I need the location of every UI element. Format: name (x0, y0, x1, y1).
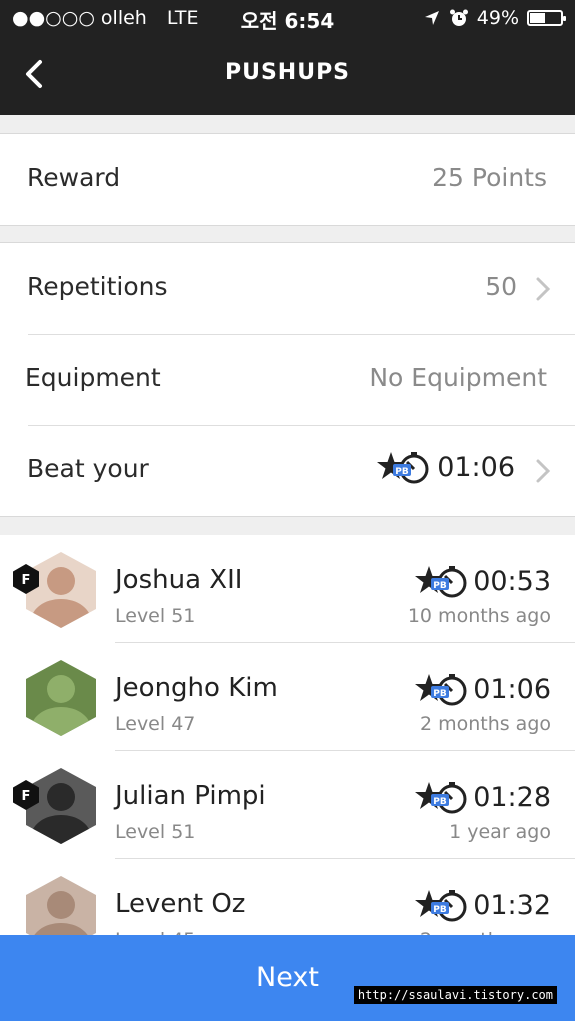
personal-best-time: PB 01:06 (377, 449, 515, 485)
svg-text:F: F (22, 789, 31, 804)
battery-level (530, 13, 545, 23)
equipment-label: Equipment (25, 363, 161, 392)
chevron-right-icon (536, 459, 551, 483)
alarm-clock-icon (449, 9, 468, 26)
user-time: 01:32 (473, 889, 551, 921)
f-badge-icon: F (13, 564, 39, 594)
equipment-value: No Equipment (369, 363, 547, 392)
leaderboard-row[interactable]: F Julian Pimpi Level 51 PB 01:28 1 year a… (0, 751, 575, 859)
user-time-ago: 1 year ago (449, 821, 551, 843)
user-time-ago: 2 months ago (419, 713, 551, 735)
svg-text:F: F (22, 573, 31, 588)
repetitions-label: Repetitions (27, 272, 168, 301)
svg-text:PB: PB (433, 797, 447, 807)
user-time: 01:28 (473, 781, 551, 813)
user-time: 00:53 (473, 565, 551, 597)
svg-text:PB: PB (433, 689, 447, 699)
personal-best-stopwatch-icon: PB (415, 782, 467, 814)
battery-percent: 49% (476, 7, 519, 29)
location-arrow-icon (424, 11, 439, 25)
leaderboard-list: F Joshua XII Level 51 PB 00:53 10 months … (0, 535, 575, 935)
personal-best-stopwatch-icon: PB (415, 566, 467, 598)
user-time-ago: 10 months ago (407, 605, 551, 627)
user-name: Levent Oz (115, 889, 246, 919)
user-time: 01:06 (473, 673, 551, 705)
user-level: Level 51 (115, 605, 196, 627)
user-best-time: PB 01:28 (415, 779, 551, 815)
user-best-time: PB 00:53 (415, 563, 551, 599)
leaderboard-row[interactable]: Levent OzLevel 45 PB 01:32 2 months ago (0, 859, 575, 935)
reward-value: 25 Points (432, 163, 547, 192)
user-avatar (26, 876, 96, 935)
leaderboard-row[interactable]: F Joshua XII Level 51 PB 00:53 10 months … (0, 535, 575, 643)
status-bar: ●●○○○ olleh LTE 오전 6:54 49% (0, 0, 575, 36)
svg-text:PB: PB (395, 467, 409, 477)
battery-icon (527, 10, 566, 26)
equipment-row: Equipment No Equipment (0, 334, 575, 425)
beat-time: 01:06 (437, 451, 515, 483)
page-title: PUSHUPS (224, 60, 351, 85)
navigation-bar: PUSHUPS (0, 36, 575, 115)
status-icons: 49% (423, 7, 566, 29)
user-avatar (26, 660, 96, 736)
user-name: Jeongho Kim (115, 673, 278, 703)
chevron-right-icon (536, 277, 551, 301)
leaderboard-row[interactable]: Jeongho Kim Level 47 PB 01:06 2 months ag… (0, 643, 575, 751)
user-name: Julian Pimpi (115, 781, 266, 811)
user-level: Level 51 (115, 821, 196, 843)
f-badge-icon: F (13, 780, 39, 810)
user-best-time: PB 01:32 (415, 887, 551, 923)
user-best-time: PB 01:06 (415, 671, 551, 707)
personal-best-stopwatch-icon: PB (415, 890, 467, 922)
repetitions-row[interactable]: Repetitions 50 (0, 243, 575, 334)
details-card: Repetitions 50 Equipment No Equipment Be… (0, 242, 575, 517)
repetitions-value: 50 (485, 272, 517, 301)
svg-text:PB: PB (433, 581, 447, 591)
reward-card: Reward 25 Points (0, 133, 575, 226)
personal-best-stopwatch-icon: PB (415, 674, 467, 706)
reward-label: Reward (27, 163, 121, 192)
reward-row: Reward 25 Points (0, 134, 575, 225)
svg-text:PB: PB (433, 905, 447, 915)
next-button[interactable]: Next (0, 935, 575, 1021)
beat-your-row[interactable]: Beat your PB 01:06 (0, 425, 575, 516)
beat-your-label: Beat your (27, 454, 149, 483)
user-level: Level 47 (115, 713, 196, 735)
watermark: http://ssaulavi.tistory.com (353, 986, 557, 1004)
personal-best-stopwatch-icon: PB (377, 452, 429, 484)
user-name: Joshua XII (115, 565, 243, 595)
